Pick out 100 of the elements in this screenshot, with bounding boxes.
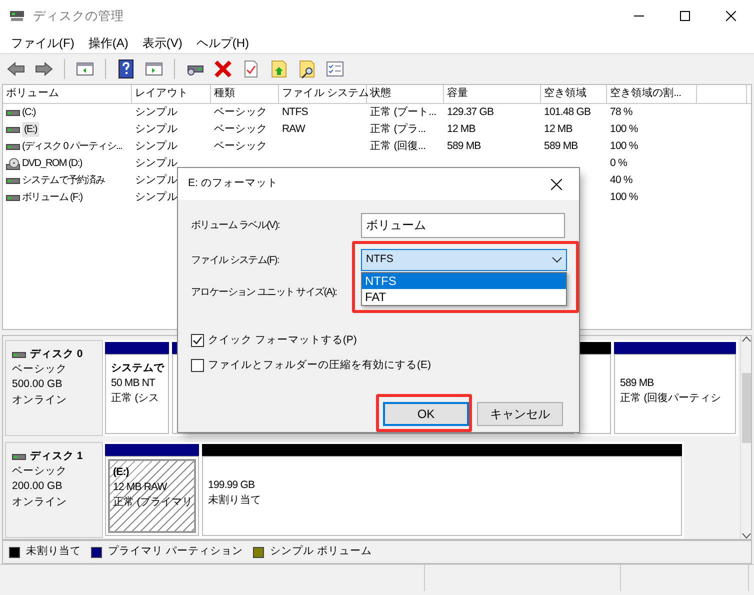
partition-text: 50 MB NT [111,376,156,392]
disk-name: ディスク 0 [30,347,83,362]
disk-management-icon [9,9,25,23]
checkbox-label: クイック フォーマットする(P) [208,332,357,348]
drive-icon [6,108,20,116]
cancel-button[interactable]: キャンセル [477,402,563,426]
partition-text: 12 MB RAW [113,480,168,496]
drive-icon [6,142,20,150]
chevron-down-icon [552,257,562,263]
drive-icon [6,176,20,184]
partition-box[interactable]: 199.99 GB 未割り当て [202,456,682,536]
field-label: ボリューム ラベル(V): [191,218,280,232]
disk-info-panel[interactable]: ディスク 0 ベーシック 500.00 GB オンライン [5,340,103,436]
disk-status: オンライン [12,392,68,408]
table-cell-text: (ディスク 0 パーティシ... [22,140,122,154]
table-cell: シンプル [135,122,178,135]
vertical-scrollbar[interactable] [740,336,751,539]
table-cell: 100 % [610,140,638,152]
maximize-icon[interactable] [680,11,690,21]
table-cell: RAW [282,122,305,135]
column-header[interactable]: 状態 [367,85,444,103]
partition-label: (E:) [113,465,130,480]
partition-header [577,342,611,354]
partition-box[interactable]: システムで 50 MB NT 正常 (シス [105,354,169,434]
partition-text: 未割り当て [208,493,262,508]
menu-item[interactable]: 表示(V) [135,32,190,54]
volume-label-field[interactable]: ボリューム [361,212,565,238]
table-cell: シンプル [135,140,178,152]
partition-text: 199.99 GB [208,478,256,494]
dropdown-option[interactable]: NTFS [362,273,566,289]
table-cell: 100 % [610,190,638,203]
partition-box[interactable]: 589 MB 正常 (回復パーティシ [614,354,736,434]
close-icon[interactable] [550,178,562,190]
column-header[interactable]: 容量 [444,85,541,103]
field-label: ファイル システム(F): [191,254,280,268]
table-cell-text: システムで予約済み [22,174,105,188]
legend-label: プライマリ パーティション [108,544,243,560]
disk-size: 200.00 GB [12,479,64,494]
drive-icon [6,194,20,202]
table-cell: 12 MB [447,122,476,135]
table-cell: (E:) [22,122,39,137]
menu-item[interactable]: 操作(A) [81,32,136,54]
column-header[interactable]: 空き領域の割... [607,85,697,103]
disk-type: ベーシック [12,362,68,378]
table-cell: シンプル [135,156,178,169]
table-cell: 129.37 GB [447,106,494,118]
checkbox-label: ファイルとフォルダーの圧縮を有効にする(E) [208,358,431,373]
partition-header [105,342,169,354]
dropdown-option[interactable]: FAT [362,289,566,305]
checkbox[interactable] [191,359,204,372]
scroll-up-icon[interactable] [742,336,750,342]
window-title: ディスクの管理 [33,8,125,25]
scroll-thumb[interactable] [742,372,750,442]
table-cell-text: (C:) [22,106,36,120]
column-header[interactable]: ファイル システム [279,85,367,103]
close-icon[interactable] [726,11,736,21]
disk-size: 500.00 GB [12,377,64,392]
table-cell: 100 % [610,122,638,135]
disc-drive-icon [6,158,20,170]
menu-item[interactable]: ヘルプ(H) [189,32,256,54]
table-cell: ベーシック [214,106,268,118]
table-cell-text: ボリューム (F:) [22,191,82,205]
table-cell: NTFS [282,106,308,118]
legend-label: シンプル ボリューム [270,544,372,560]
disk-info-panel[interactable]: ディスク 1 ベーシック 200.00 GB オンライン [5,442,103,538]
table-cell: 正常 (回復... [370,140,426,152]
table-cell: 589 MB [447,140,481,152]
table-cell-text: DVD_ROM (D:) [22,157,82,171]
column-header[interactable]: 空き領域 [541,85,607,103]
checkbox[interactable] [191,334,204,347]
drive-icon [12,452,26,461]
table-cell: シンプル [135,190,178,203]
table-cell: 589 MB [544,140,578,152]
drive-icon [12,350,26,359]
table-cell: シンプル [135,174,178,186]
partition-text: 正常 (プライマリ [113,495,191,510]
partition-text: 正常 (回復パーティシ [620,391,722,406]
partition-text: 正常 (シス [111,391,160,406]
table-cell: ベーシック [214,140,268,152]
dialog-title: E: のフォーマット [188,176,279,192]
table-cell: 78 % [610,106,632,118]
partition-box[interactable]: (E:) 12 MB RAW 正常 (プライマリ [105,456,199,536]
column-header[interactable]: レイアウト [132,85,211,103]
partition-text: 589 MB [620,376,655,392]
file-system-dropdown[interactable]: NTFS [361,249,567,271]
column-header[interactable]: 種類 [211,85,279,103]
field-label: アロケーション ユニット サイズ(A): [191,286,338,300]
table-cell: シンプル [135,106,178,118]
partition-box[interactable] [577,354,611,434]
table-cell: ベーシック [214,122,268,135]
menu-item[interactable]: ファイル(F) [4,32,82,54]
table-cell: 40 % [610,174,632,186]
column-header[interactable]: ボリューム [3,85,132,103]
table-cell: 0 % [610,156,627,169]
disk-type: ベーシック [12,464,68,480]
table-cell: 101.48 GB [544,106,591,118]
ok-button[interactable]: OK [383,402,469,426]
table-cell: 12 MB [544,122,572,135]
drive-icon [6,126,20,134]
scroll-down-icon[interactable] [742,533,750,539]
